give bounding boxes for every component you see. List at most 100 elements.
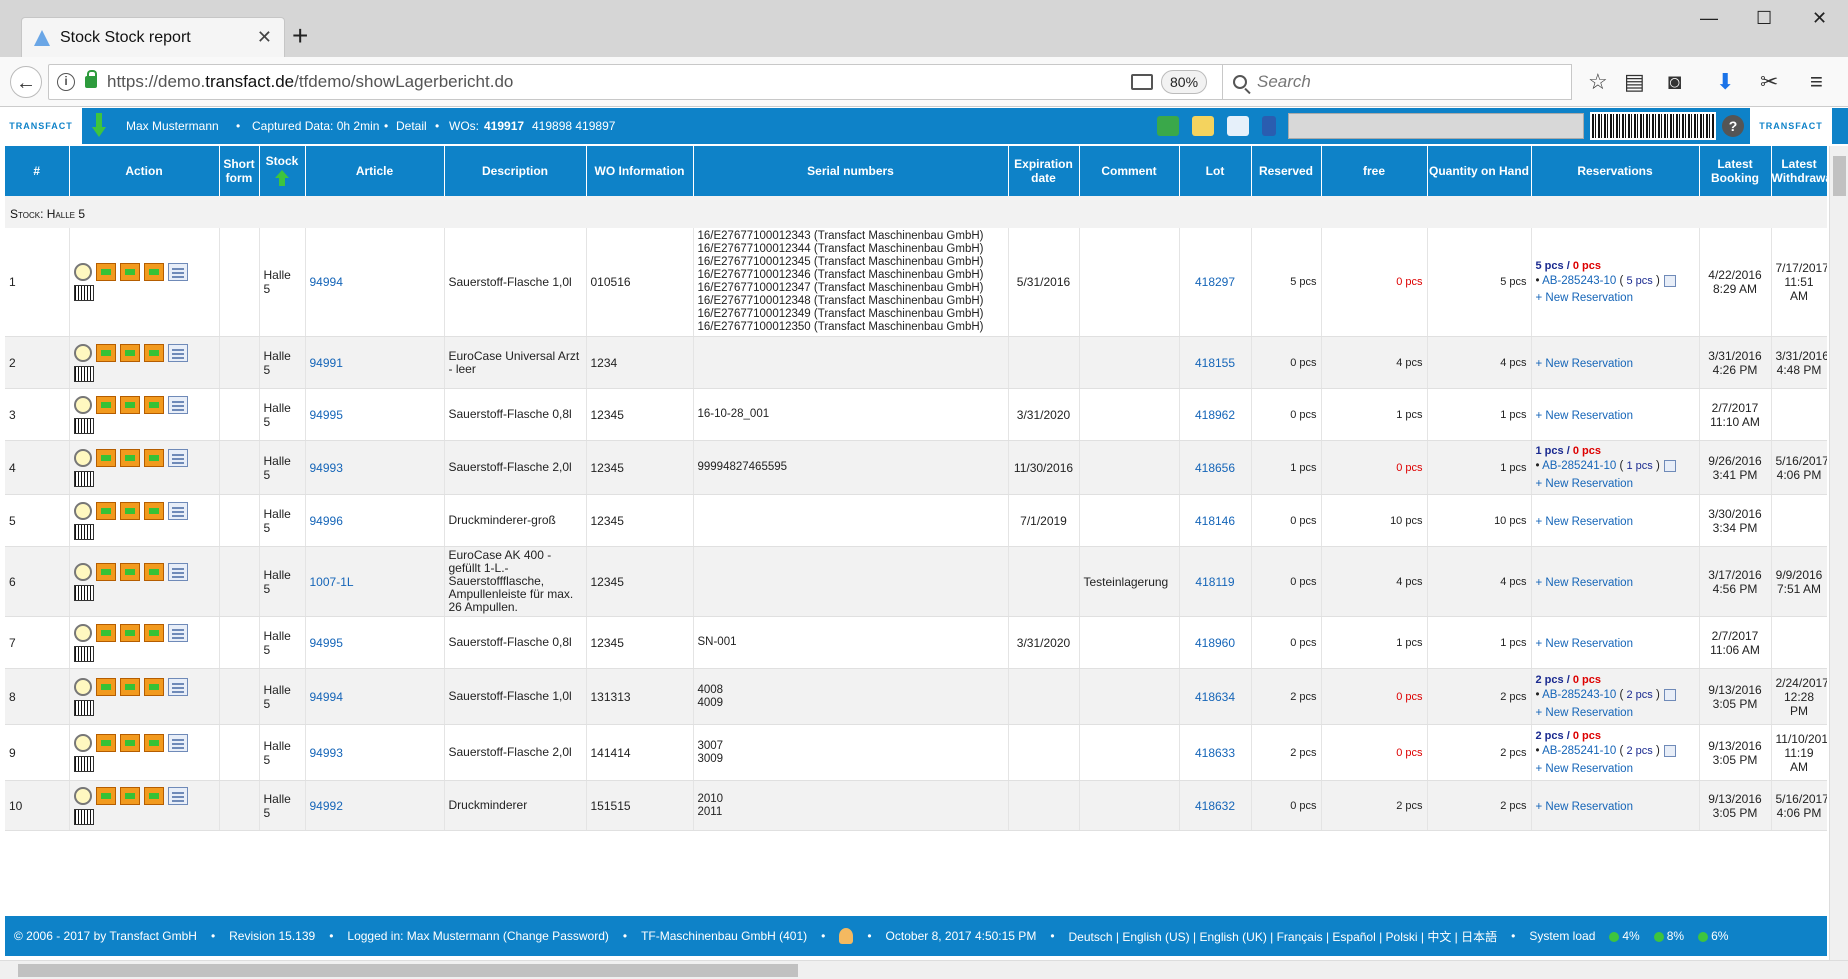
stock-transfer-icon[interactable] xyxy=(119,343,140,362)
new-reservation-link[interactable]: + New Reservation xyxy=(1536,410,1633,422)
column-header[interactable]: free xyxy=(1321,146,1428,196)
lot-link[interactable]: 418960 xyxy=(1195,636,1235,650)
lot-link[interactable]: 418633 xyxy=(1195,746,1235,760)
stock-transfer-icon[interactable] xyxy=(119,448,140,467)
lot-link[interactable]: 418119 xyxy=(1195,575,1234,589)
reservation-link[interactable]: AB-285241-10 xyxy=(1542,746,1616,758)
edit-note-icon[interactable] xyxy=(167,733,188,752)
column-header[interactable]: Quantity on Hand xyxy=(1427,146,1532,196)
stock-in-icon[interactable] xyxy=(95,395,116,414)
stock-in-icon[interactable] xyxy=(95,263,116,281)
lot-link[interactable]: 418634 xyxy=(1195,690,1235,704)
url-bar[interactable]: i https://demo.transfact.de/tfdemo/showL… xyxy=(48,64,1246,100)
edit-note-icon[interactable] xyxy=(167,677,188,696)
screenshot-icon[interactable]: ✂ xyxy=(1760,69,1778,95)
edit-note-icon[interactable] xyxy=(167,395,188,414)
lot-link[interactable]: 418656 xyxy=(1195,461,1235,475)
column-header[interactable]: Comment xyxy=(1079,146,1180,196)
lot-link[interactable]: 418297 xyxy=(1195,275,1235,289)
new-reservation-link[interactable]: + New Reservation xyxy=(1536,577,1633,589)
footer-logged-in[interactable]: Logged in: Max Mustermann (Change Passwo… xyxy=(347,929,608,943)
stock-out-icon[interactable] xyxy=(143,733,164,752)
menu-icon[interactable]: ≡ xyxy=(1810,69,1823,95)
stock-out-icon[interactable] xyxy=(143,786,164,805)
new-reservation-link[interactable]: + New Reservation xyxy=(1536,478,1633,490)
article-link[interactable]: 94994 xyxy=(310,275,343,289)
reading-list-icon[interactable]: ▤ xyxy=(1624,69,1645,95)
edit-note-icon[interactable] xyxy=(167,501,188,520)
article-link[interactable]: 94996 xyxy=(310,514,343,528)
horizontal-scrollbar[interactable] xyxy=(0,960,1848,979)
column-header[interactable]: Latest Booking xyxy=(1699,146,1772,196)
search-input[interactable]: Search xyxy=(1222,64,1572,100)
article-link[interactable]: 94992 xyxy=(310,799,343,813)
info-icon[interactable]: i xyxy=(57,73,75,91)
article-link[interactable]: 94995 xyxy=(310,636,343,650)
url-text[interactable]: https://demo.transfact.de/tfdemo/showLag… xyxy=(107,72,1227,92)
barcode-label-icon[interactable] xyxy=(73,645,94,662)
history-clock-icon[interactable] xyxy=(73,677,92,696)
scan-input[interactable] xyxy=(1288,113,1584,139)
edit-note-icon[interactable] xyxy=(167,623,188,642)
user-icon[interactable] xyxy=(839,928,854,944)
sort-up-arrow-icon[interactable] xyxy=(275,169,289,186)
reservation-link[interactable]: AB-285243-10 xyxy=(1542,275,1616,287)
edit-note-icon[interactable] xyxy=(167,786,188,805)
column-header[interactable]: Short form xyxy=(219,146,260,196)
article-link[interactable]: 94993 xyxy=(310,746,343,760)
notes-icon[interactable] xyxy=(1192,116,1214,136)
help-icon[interactable]: ? xyxy=(1722,115,1744,137)
edit-reservation-icon[interactable] xyxy=(1663,274,1676,287)
stock-in-icon[interactable] xyxy=(95,343,116,362)
article-link[interactable]: 94995 xyxy=(310,408,343,422)
horizontal-scroll-thumb[interactable] xyxy=(18,964,798,977)
lot-link[interactable]: 418632 xyxy=(1195,799,1235,813)
column-header[interactable]: Lot xyxy=(1179,146,1252,196)
stock-in-icon[interactable] xyxy=(95,448,116,467)
barcode-icon[interactable] xyxy=(1590,112,1716,140)
header-wo-others[interactable]: 419898 419897 xyxy=(532,119,615,133)
column-header[interactable]: Stock xyxy=(259,146,306,196)
download-arrow-icon[interactable] xyxy=(92,113,106,139)
stock-out-icon[interactable] xyxy=(143,623,164,642)
lot-link[interactable]: 418146 xyxy=(1195,514,1235,528)
stock-transfer-icon[interactable] xyxy=(119,677,140,696)
column-header[interactable]: Reservations xyxy=(1531,146,1700,196)
stock-out-icon[interactable] xyxy=(143,562,164,581)
stock-out-icon[interactable] xyxy=(143,448,164,467)
window-close-icon[interactable]: ✕ xyxy=(1812,8,1827,29)
zoom-level[interactable]: 80% xyxy=(1161,70,1208,94)
column-header[interactable]: Expiration date xyxy=(1008,146,1080,196)
maximize-icon[interactable]: ☐ xyxy=(1756,8,1772,29)
edit-note-icon[interactable] xyxy=(167,562,188,581)
history-clock-icon[interactable] xyxy=(73,395,92,414)
barcode-label-icon[interactable] xyxy=(73,808,94,825)
header-wo-current[interactable]: 419917 xyxy=(484,119,524,133)
column-header[interactable]: # xyxy=(5,146,70,196)
column-header[interactable]: Serial numbers xyxy=(693,146,1009,196)
barcode-label-icon[interactable] xyxy=(73,285,94,301)
stock-in-icon[interactable] xyxy=(95,501,116,520)
stock-out-icon[interactable] xyxy=(143,343,164,362)
article-link[interactable]: 94994 xyxy=(310,690,343,704)
column-header[interactable]: Action xyxy=(69,146,220,196)
new-reservation-link[interactable]: + New Reservation xyxy=(1536,358,1633,370)
stock-in-icon[interactable] xyxy=(95,562,116,581)
lot-link[interactable]: 418962 xyxy=(1195,408,1235,422)
stock-transfer-icon[interactable] xyxy=(119,786,140,805)
new-reservation-link[interactable]: + New Reservation xyxy=(1536,292,1633,304)
history-clock-icon[interactable] xyxy=(73,343,92,362)
new-reservation-link[interactable]: + New Reservation xyxy=(1536,516,1633,528)
edit-note-icon[interactable] xyxy=(167,343,188,362)
barcode-label-icon[interactable] xyxy=(73,417,94,434)
edit-note-icon[interactable] xyxy=(167,448,188,467)
history-clock-icon[interactable] xyxy=(73,263,92,281)
edit-reservation-icon[interactable] xyxy=(1663,745,1676,758)
barcode-label-icon[interactable] xyxy=(73,755,94,772)
reader-view-icon[interactable] xyxy=(1131,74,1153,90)
stock-in-icon[interactable] xyxy=(95,733,116,752)
history-clock-icon[interactable] xyxy=(73,501,92,520)
phone-icon[interactable] xyxy=(1157,116,1179,136)
tab-close-icon[interactable]: ✕ xyxy=(257,27,272,48)
pocket-icon[interactable]: ◙ xyxy=(1668,69,1681,95)
